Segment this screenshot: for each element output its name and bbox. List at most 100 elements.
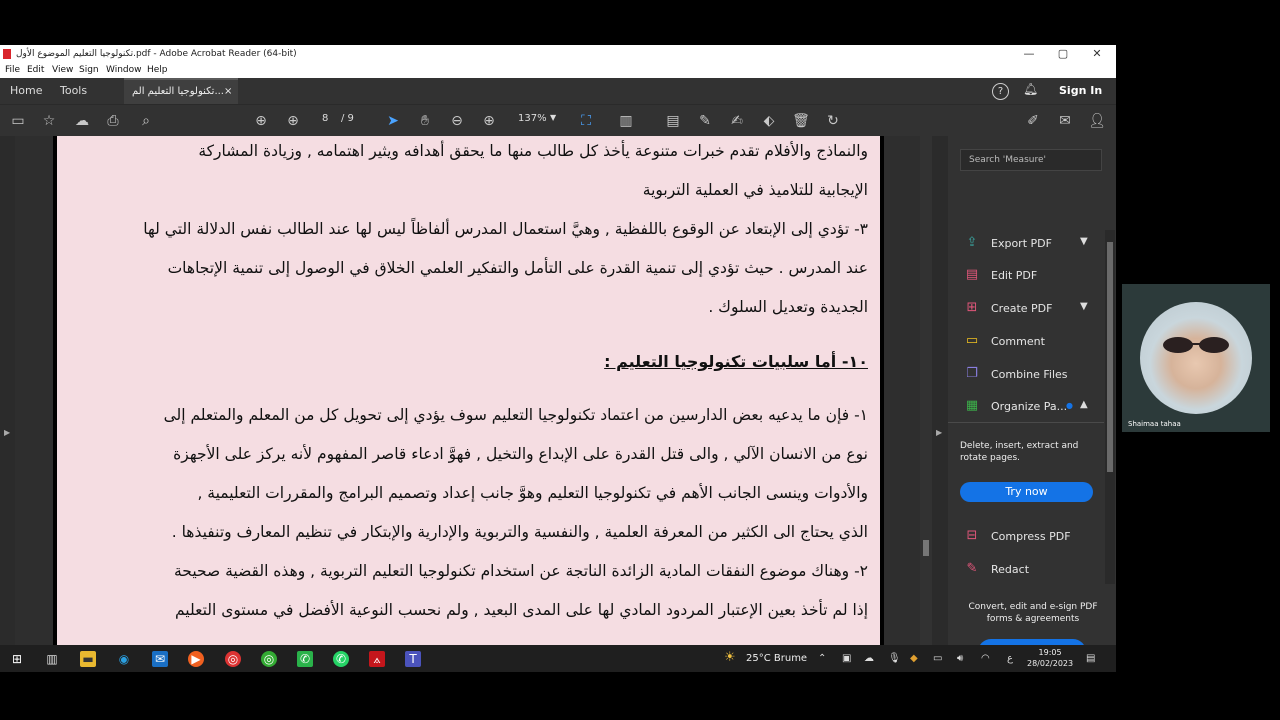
email-icon[interactable]: ✉: [1056, 113, 1074, 129]
tools-pane-scrollbar[interactable]: [1105, 230, 1115, 584]
next-page-icon[interactable]: ⊕: [284, 113, 302, 129]
comment-icon[interactable]: ▤: [664, 113, 682, 129]
presenter-video: [1140, 302, 1252, 414]
network-tray-icon[interactable]: ▣: [842, 653, 851, 664]
edit-share-icon[interactable]: ✐: [1024, 113, 1042, 129]
print-icon[interactable]: ⎙: [104, 113, 122, 129]
help-icon[interactable]: ?: [992, 83, 1009, 100]
chevron-down-icon[interactable]: ▼: [1080, 301, 1088, 312]
toolbar: ▭ ☆ ☁ ⎙ ⌕ ⊕ ⊕ 8 / 9 ➤ ✋︎ ⊖ ⊕ 137% ▼ ⛶ ▥ …: [0, 104, 1116, 137]
zoom-out-icon[interactable]: ⊖: [448, 113, 466, 129]
upload-cloud-icon[interactable]: ☁: [73, 113, 91, 129]
battery-icon[interactable]: ▭: [933, 653, 942, 664]
document-view[interactable]: والنماذج والأفلام تقدم خبرات متنوعة يأخذ…: [15, 136, 920, 645]
fit-page-icon[interactable]: ⛶: [577, 113, 595, 129]
cloud-tray-icon[interactable]: ☁: [864, 653, 874, 664]
menu-file[interactable]: File: [5, 65, 20, 75]
clock-time: 19:05: [1038, 648, 1062, 657]
language-indicator[interactable]: ع: [1007, 653, 1013, 664]
close-window-button[interactable]: ✕: [1085, 47, 1109, 60]
ruler-measure-icon[interactable]: ▥: [617, 113, 635, 129]
user-share-icon[interactable]: 👤︎: [1088, 113, 1106, 129]
microphone-icon[interactable]: 🎙︎: [888, 653, 901, 664]
try-now-button[interactable]: Try now: [960, 482, 1093, 502]
zoom-level-dropdown[interactable]: 137%: [518, 113, 547, 124]
tab-bar: Home Tools تكنولوجيا التعليم الم... × ? …: [0, 78, 1116, 104]
chevron-up-icon[interactable]: ⌃: [818, 653, 826, 664]
sign-in-button[interactable]: Sign In: [1059, 84, 1102, 97]
tool-compress-pdf[interactable]: ⊟ Compress PDF: [964, 527, 1104, 547]
draw-signature-icon[interactable]: ✍︎: [728, 113, 746, 129]
chrome-profile-icon[interactable]: ◎: [261, 651, 277, 667]
menu-sign[interactable]: Sign: [79, 65, 99, 75]
acrobat-taskbar-icon[interactable]: ⟑: [369, 651, 385, 667]
tool-create-pdf[interactable]: ⊞ Create PDF ▼: [964, 299, 1104, 319]
tool-comment[interactable]: ▭ Comment: [964, 332, 1104, 352]
tool-redact[interactable]: ✎ Redact: [964, 560, 1104, 580]
tab-tools[interactable]: Tools: [60, 84, 87, 97]
tab-home[interactable]: Home: [10, 84, 42, 97]
section-heading: ١٠- أما سلبيات تكنولوجيا التعليم :: [604, 352, 868, 371]
rotate-icon[interactable]: ↻: [824, 113, 842, 129]
acrobat-window: تكنولوجيا التعليم الموضوع الأول.pdf - Ad…: [0, 45, 1116, 672]
menu-edit[interactable]: Edit: [27, 65, 44, 75]
menu-help[interactable]: Help: [147, 65, 168, 75]
collapse-right-panel-icon[interactable]: ▶: [936, 428, 942, 437]
wifi-icon[interactable]: ◠: [981, 653, 990, 664]
media-player-icon[interactable]: ▶: [188, 651, 204, 667]
right-nav-strip: ▶: [932, 136, 948, 645]
tab-document[interactable]: تكنولوجيا التعليم الم... ×: [124, 78, 238, 104]
edge-browser-icon[interactable]: ◉: [116, 651, 132, 667]
weather-text[interactable]: 25°C Brume: [746, 653, 807, 664]
text-line: الإيجابية للتلاميذ في العملية التربوية: [642, 181, 868, 199]
tool-combine-files[interactable]: ❐ Combine Files: [964, 365, 1104, 385]
whatsapp-icon[interactable]: ✆: [333, 651, 349, 667]
scrollbar-thumb[interactable]: [923, 540, 929, 556]
text-line: الجديدة وتعديل السلوك .: [708, 298, 868, 316]
app-tray-icon[interactable]: ◆: [910, 653, 918, 664]
expand-left-panel-icon[interactable]: ▶: [4, 428, 10, 437]
windows-start-icon[interactable]: ⊞: [9, 651, 25, 667]
menu-window[interactable]: Window: [106, 65, 142, 75]
page-total: / 9: [341, 113, 354, 124]
chevron-down-icon[interactable]: ▼: [1080, 236, 1088, 247]
volume-icon[interactable]: 🔊︎: [957, 653, 963, 664]
text-line: ٢- وهناك موضوع النفقات المادية الزائدة ا…: [174, 562, 868, 580]
chevron-up-icon[interactable]: ▲: [1080, 399, 1088, 410]
save-icon[interactable]: ▭: [9, 113, 27, 129]
mail-icon[interactable]: ✉: [152, 651, 168, 667]
search-icon[interactable]: ⌕: [137, 113, 155, 129]
minimize-button[interactable]: —: [1017, 47, 1041, 60]
maximize-button[interactable]: ▢: [1051, 47, 1075, 60]
delete-trash-icon[interactable]: 🗑︎: [792, 113, 810, 129]
document-scrollbar[interactable]: [920, 136, 932, 645]
current-page-input[interactable]: 8: [322, 113, 328, 124]
tool-organize-pages[interactable]: ▦ Organize Pa... ● ▲: [964, 397, 1104, 417]
export-pdf-icon: ⇪: [966, 235, 978, 250]
weather-icon: ☀: [724, 650, 736, 665]
new-badge-dot-icon: ●: [1066, 401, 1073, 410]
previous-page-icon[interactable]: ⊕: [252, 113, 270, 129]
tool-edit-pdf[interactable]: ▤ Edit PDF: [964, 266, 1104, 286]
stamp-tag-icon[interactable]: ⬖: [760, 113, 778, 129]
hand-tool-icon[interactable]: ✋︎: [416, 113, 434, 129]
select-cursor-icon[interactable]: ➤: [384, 113, 402, 129]
highlight-pen-icon[interactable]: ✎: [696, 113, 714, 129]
bookmark-star-icon[interactable]: ☆: [40, 113, 58, 129]
tab-close-button[interactable]: ×: [224, 86, 232, 97]
chevron-down-icon[interactable]: ▼: [550, 113, 556, 122]
tool-export-pdf[interactable]: ⇪ Export PDF ▼: [964, 234, 1104, 254]
notification-center-icon[interactable]: ▤: [1086, 653, 1095, 664]
tools-search-input[interactable]: Search 'Measure': [960, 149, 1102, 171]
menu-view[interactable]: View: [52, 65, 73, 75]
notifications-bell-icon[interactable]: 🔔︎: [1023, 82, 1038, 96]
clock[interactable]: 19:05 28/02/2023: [1027, 647, 1073, 669]
file-explorer-icon[interactable]: ▬: [80, 651, 96, 667]
teams-icon[interactable]: T: [405, 651, 421, 667]
whatsapp-desktop-icon[interactable]: ✆: [297, 651, 313, 667]
task-view-icon[interactable]: ▥: [44, 651, 60, 667]
promo-text: Convert, edit and e-sign PDF forms & agr…: [968, 602, 1098, 624]
scrollbar-thumb[interactable]: [1107, 242, 1113, 472]
zoom-in-icon[interactable]: ⊕: [480, 113, 498, 129]
chrome-icon[interactable]: ◎: [225, 651, 241, 667]
